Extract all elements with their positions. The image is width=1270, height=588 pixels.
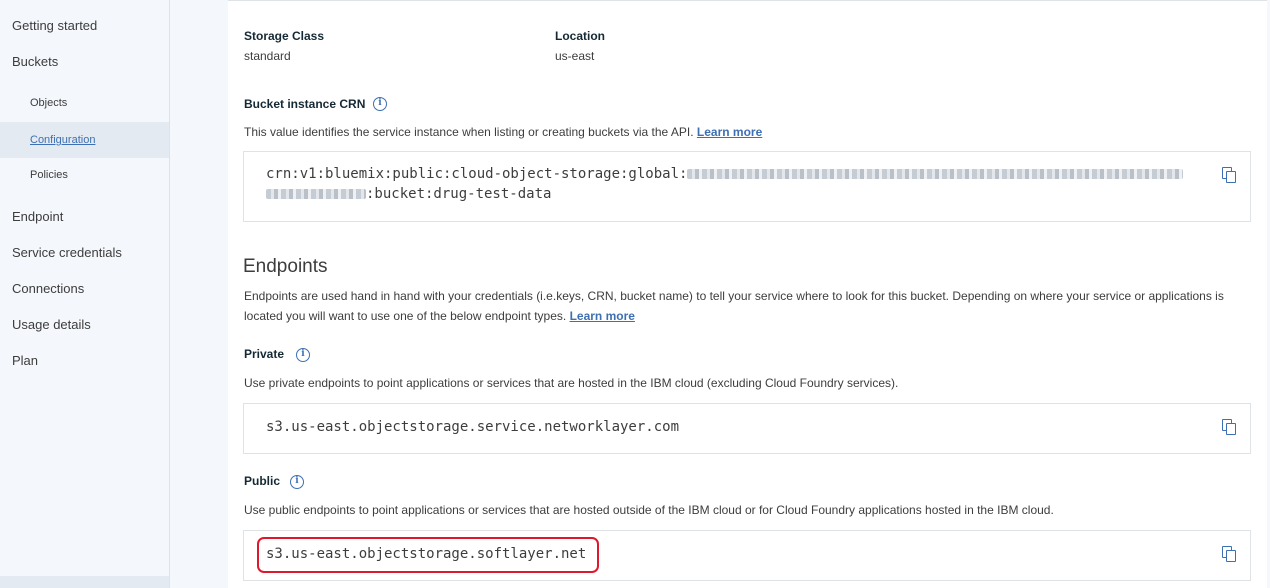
sidebar-item-plan[interactable]: Plan xyxy=(12,353,38,368)
highlight-annotation xyxy=(257,537,599,573)
storage-class-label: Storage Class xyxy=(244,29,325,43)
info-icon[interactable]: i xyxy=(290,475,304,489)
sidebar-item-getting-started[interactable]: Getting started xyxy=(12,18,97,33)
copy-icon[interactable] xyxy=(1220,166,1238,184)
endpoints-learn-more-link[interactable]: Learn more xyxy=(570,309,635,323)
content-gutter xyxy=(170,0,228,588)
sidebar-footer xyxy=(0,576,169,588)
crn-learn-more-link[interactable]: Learn more xyxy=(697,125,762,139)
sidebar-item-objects[interactable]: Objects xyxy=(30,97,67,109)
crn-suffix: :bucket:drug-test-data xyxy=(366,186,552,202)
sidebar-item-connections[interactable]: Connections xyxy=(12,281,84,296)
redacted-value xyxy=(266,189,366,199)
crn-value-line-2: :bucket:drug-test-data xyxy=(266,186,551,202)
crn-description-text: This value identifies the service instan… xyxy=(244,125,694,139)
sidebar-item-buckets[interactable]: Buckets xyxy=(12,54,58,69)
private-description: Use private endpoints to point applicati… xyxy=(244,376,899,390)
crn-prefix: crn:v1:bluemix:public:cloud-object-stora… xyxy=(266,166,688,182)
sidebar-item-configuration[interactable]: Configuration xyxy=(30,134,95,146)
content-top-border xyxy=(228,0,1270,1)
storage-class-value: standard xyxy=(244,49,291,63)
sidebar: Getting started Buckets Objects Configur… xyxy=(0,0,170,588)
public-heading: Public xyxy=(244,474,281,488)
private-heading: Private xyxy=(244,347,285,361)
crn-code-box: crn:v1:bluemix:public:cloud-object-stora… xyxy=(243,151,1251,222)
crn-value-line-1: crn:v1:bluemix:public:cloud-object-stora… xyxy=(266,166,1184,182)
private-endpoint-value: s3.us-east.objectstorage.service.network… xyxy=(266,419,680,435)
copy-icon[interactable] xyxy=(1220,418,1238,436)
sidebar-item-service-credentials[interactable]: Service credentials xyxy=(12,245,122,260)
location-value: us-east xyxy=(555,49,595,63)
info-icon[interactable]: i xyxy=(296,348,310,362)
endpoints-description: Endpoints are used hand in hand with you… xyxy=(244,286,1259,326)
endpoints-description-text: Endpoints are used hand in hand with you… xyxy=(244,289,1224,323)
crn-heading: Bucket instance CRN xyxy=(244,97,366,111)
public-description: Use public endpoints to point applicatio… xyxy=(244,503,1054,517)
private-endpoint-box: s3.us-east.objectstorage.service.network… xyxy=(243,403,1251,454)
copy-icon[interactable] xyxy=(1220,545,1238,563)
sidebar-item-policies[interactable]: Policies xyxy=(30,169,68,181)
sidebar-item-usage-details[interactable]: Usage details xyxy=(12,317,91,332)
location-label: Location xyxy=(555,29,605,43)
crn-description: This value identifies the service instan… xyxy=(244,122,762,142)
sidebar-item-endpoint[interactable]: Endpoint xyxy=(12,209,63,224)
redacted-value xyxy=(687,169,1184,179)
endpoints-heading: Endpoints xyxy=(243,256,328,277)
info-icon[interactable]: i xyxy=(373,97,387,111)
